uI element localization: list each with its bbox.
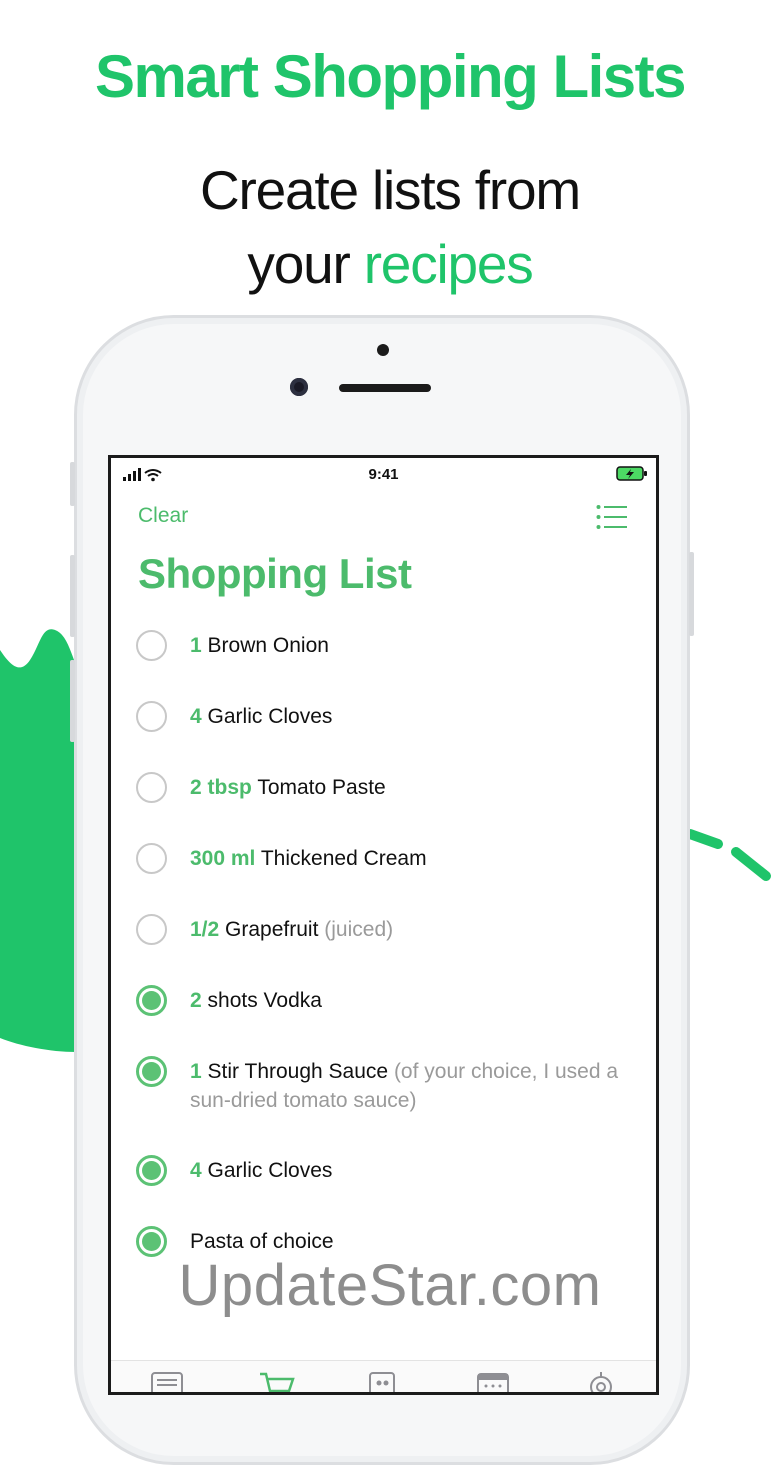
item-text: 1 Stir Through Sauce (of your choice, I … <box>190 1057 636 1115</box>
item-name: Garlic Cloves <box>207 705 333 728</box>
watermark: UpdateStar.com <box>178 1253 602 1318</box>
item-quantity: 2 tbsp <box>190 776 252 799</box>
item-text: 4 Garlic Cloves <box>190 702 636 731</box>
status-time: 9:41 <box>368 466 399 483</box>
tab-settings-gear-icon[interactable] <box>585 1371 617 1395</box>
item-checkbox[interactable] <box>136 843 167 874</box>
decorative-dashes <box>685 829 771 881</box>
tab-recipes-icon[interactable] <box>151 1371 183 1395</box>
item-checkbox[interactable] <box>136 701 167 732</box>
item-name: Garlic Cloves <box>207 1159 333 1182</box>
item-name: Stir Through Sauce <box>207 1060 389 1083</box>
front-sensor <box>377 344 389 356</box>
item-quantity: 1 <box>190 634 202 657</box>
item-quantity: 300 ml <box>190 847 256 870</box>
item-quantity: 4 <box>190 705 202 728</box>
phone-volume-up <box>70 555 75 637</box>
earpiece-speaker <box>339 384 431 392</box>
item-name: Pasta of choice <box>190 1230 334 1253</box>
item-text: 2 shots Vodka <box>190 986 636 1015</box>
tab-calendar-icon[interactable] <box>477 1371 509 1395</box>
item-name: Grapefruit <box>225 918 319 941</box>
item-quantity: 2 <box>190 989 202 1012</box>
tab-quote-icon[interactable] <box>369 1371 397 1395</box>
item-quantity: 4 <box>190 1159 202 1182</box>
item-note: (juiced) <box>324 918 394 941</box>
item-checkbox[interactable] <box>136 772 167 803</box>
subline-plain: your <box>247 233 350 295</box>
item-checkbox-checked[interactable] <box>136 1056 167 1087</box>
item-checkbox[interactable] <box>136 914 167 945</box>
item-checkbox-checked[interactable] <box>136 985 167 1016</box>
list-view-icon[interactable] <box>596 504 628 530</box>
item-text: 1/2 Grapefruit (juiced) <box>190 915 636 944</box>
item-name: Tomato Paste <box>257 776 386 799</box>
status-battery-icon <box>616 466 647 481</box>
phone-side-button <box>70 462 75 506</box>
subline-accent: recipes <box>363 233 534 295</box>
item-text: 2 tbsp Tomato Paste <box>190 773 636 802</box>
front-camera <box>290 378 308 396</box>
item-checkbox[interactable] <box>136 630 167 661</box>
decorative-blob <box>0 629 76 1052</box>
tab-bar <box>111 1360 656 1395</box>
subline-line-2: your recipes <box>0 232 780 296</box>
item-name: Brown Onion <box>207 634 329 657</box>
phone-power-button <box>689 552 694 636</box>
item-text: 300 ml Thickened Cream <box>190 844 636 873</box>
headline: Smart Shopping Lists <box>94 43 687 110</box>
item-name: Thickened Cream <box>260 847 427 870</box>
subline-line-1: Create lists from <box>200 159 581 221</box>
page-title: Shopping List <box>138 550 412 597</box>
item-checkbox-checked[interactable] <box>136 1155 167 1186</box>
item-name: shots Vodka <box>207 989 322 1012</box>
phone-volume-down <box>70 660 75 742</box>
item-text: 4 Garlic Cloves <box>190 1156 636 1185</box>
item-quantity: 1/2 <box>190 918 220 941</box>
clear-button[interactable]: Clear <box>138 504 188 528</box>
item-text: 1 Brown Onion <box>190 631 636 660</box>
tab-cart-icon[interactable] <box>259 1371 295 1395</box>
item-quantity: 1 <box>190 1060 202 1083</box>
